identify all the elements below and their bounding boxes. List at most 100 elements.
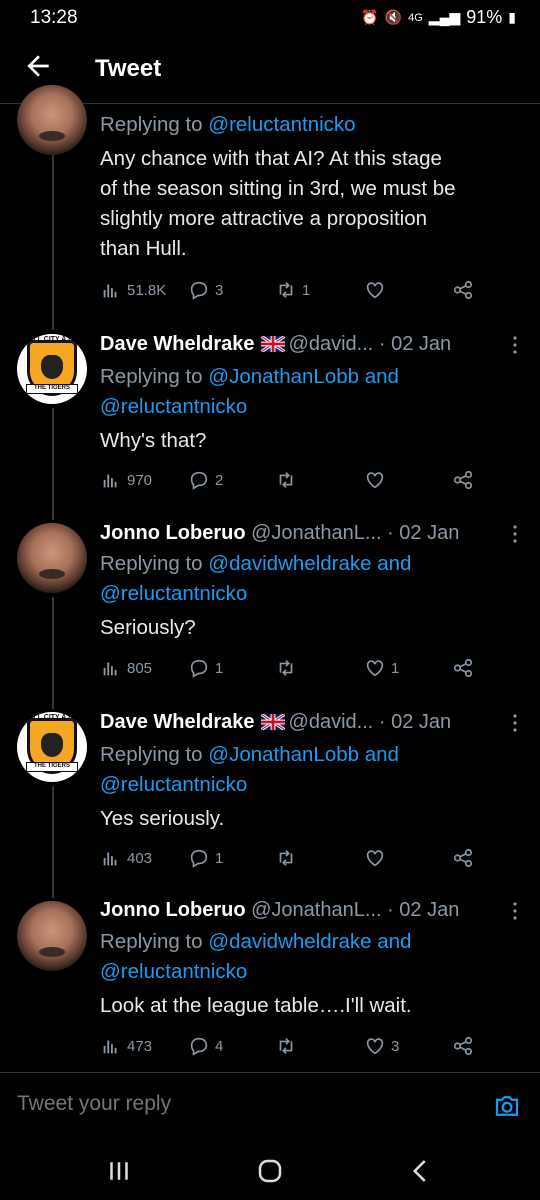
retweet-button[interactable] [275,845,302,871]
mention-link[interactable]: @JonathanLobb and [208,743,399,766]
alarm-icon: ⏰ [361,9,379,25]
reply-button[interactable]: 2 [188,467,223,493]
reply-button[interactable]: 3 [188,277,223,303]
tweet-actions: 51.8K 3 1 [100,277,520,303]
retweet-icon [279,660,293,676]
uk-flag-icon [260,336,285,352]
share-button[interactable] [452,655,474,681]
share-icon [453,470,473,490]
user-handle[interactable]: @JonathanL... [251,522,381,544]
reply-button[interactable]: 1 [188,655,223,681]
mention-link[interactable]: @reluctantnicko [100,395,247,418]
share-button[interactable] [452,467,474,493]
heart-icon [366,850,384,867]
tweet-actions: 970 2 [100,467,520,493]
mention-link[interactable]: @davidwheldrake and [208,930,411,953]
replying-to: Replying to @JonathanLobb and @reluctant… [100,365,399,418]
views-button[interactable]: 805 [100,655,152,681]
retweet-button[interactable] [275,655,302,681]
reply-button[interactable]: 4 [188,1033,223,1059]
user-handle[interactable]: @david... [289,711,374,733]
signal-icon: ▂▄▆ [428,9,461,25]
share-icon [453,280,473,300]
like-button[interactable]: 1 [364,655,399,681]
tweet-actions: 473 4 3 [100,1033,520,1059]
retweet-icon [279,472,293,488]
status-icons: ⏰ 🔇 4G ▂▄▆ 91% ▮ [361,7,516,28]
heart-icon [366,1038,384,1055]
views-count: 970 [127,471,153,489]
like-button[interactable]: 3 [364,1033,399,1059]
user-handle[interactable]: @david... [289,333,374,355]
avatar[interactable]: HULL CITY A.F.C. THE TIGERS [17,712,87,782]
recent-apps-icon[interactable] [104,1156,134,1186]
replying-to: Replying to @davidwheldrake and @relucta… [100,552,412,605]
replying-to: Replying to @reluctantnicko [100,113,356,136]
display-name[interactable]: Dave Wheldrake [100,711,255,733]
reply-count: 3 [215,281,224,299]
share-icon [453,848,473,868]
mention-link[interactable]: @davidwheldrake and [208,552,411,575]
camera-icon[interactable] [492,1091,522,1121]
more-options-icon[interactable] [512,335,518,355]
battery-level: 91% [466,7,503,27]
views-button[interactable]: 51.8K [100,277,166,303]
tweet-header: Jonno Loberuo @JonathanL... · 02 Jan [100,522,459,545]
display-name[interactable]: Jonno Loberuo [100,899,246,921]
views-icon [103,284,117,298]
more-options-icon[interactable] [512,901,518,921]
share-button[interactable] [452,1033,474,1059]
top-app-bar: Tweet [0,36,540,104]
mention-link[interactable]: @reluctantnicko [208,113,355,136]
share-icon [453,1036,473,1056]
tweet-header: Dave Wheldrake @david... · 02 Jan [100,333,451,356]
mention-link[interactable]: @reluctantnicko [100,582,247,605]
tweet-date: · 02 Jan [378,333,452,355]
reply-count: 1 [215,659,224,677]
home-icon[interactable] [255,1156,285,1186]
avatar[interactable] [17,523,87,593]
views-button[interactable]: 473 [100,1033,152,1059]
avatar[interactable] [17,85,87,155]
tweet-date: · 02 Jan [378,711,452,733]
mute-icon: 🔇 [384,9,403,25]
reply-count: 2 [215,471,224,489]
share-button[interactable] [452,277,474,303]
back-icon[interactable] [406,1156,436,1186]
network-label: 4G [408,11,423,24]
tweet-text: Why's that? [100,429,207,452]
reply-button[interactable]: 1 [188,845,223,871]
mention-link[interactable]: @JonathanLobb and [208,365,399,388]
system-navigation-bar [0,1140,540,1200]
reply-input[interactable]: Tweet your reply [17,1092,171,1116]
heart-icon [366,660,384,677]
like-button[interactable] [364,277,391,303]
back-arrow-icon[interactable] [22,50,54,82]
tweet-text: Any chance with that AI? At this stage o… [100,147,456,260]
retweet-button[interactable] [275,467,302,493]
like-button[interactable] [364,845,391,871]
reply-icon [190,471,208,490]
retweet-button[interactable]: 1 [275,277,310,303]
share-button[interactable] [452,845,474,871]
mention-link[interactable]: @reluctantnicko [100,773,247,796]
views-icon [103,662,117,676]
avatar[interactable] [17,901,87,971]
views-button[interactable]: 970 [100,467,152,493]
retweet-icon [279,1038,293,1054]
views-button[interactable]: 403 [100,845,152,871]
avatar[interactable]: HULL CITY A.F.C. THE TIGERS [17,334,87,404]
views-icon [103,474,117,488]
like-button[interactable] [364,467,391,493]
display-name[interactable]: Jonno Loberuo [100,522,246,544]
views-icon [103,1040,117,1054]
more-options-icon[interactable] [512,713,518,733]
heart-icon [366,472,384,489]
user-handle[interactable]: @JonathanL... [251,899,381,921]
mention-link[interactable]: @reluctantnicko [100,960,247,983]
tweet-text: Yes seriously. [100,807,225,830]
retweet-button[interactable] [275,1033,302,1059]
more-options-icon[interactable] [512,524,518,544]
display-name[interactable]: Dave Wheldrake [100,333,255,355]
views-count: 51.8K [127,281,167,299]
